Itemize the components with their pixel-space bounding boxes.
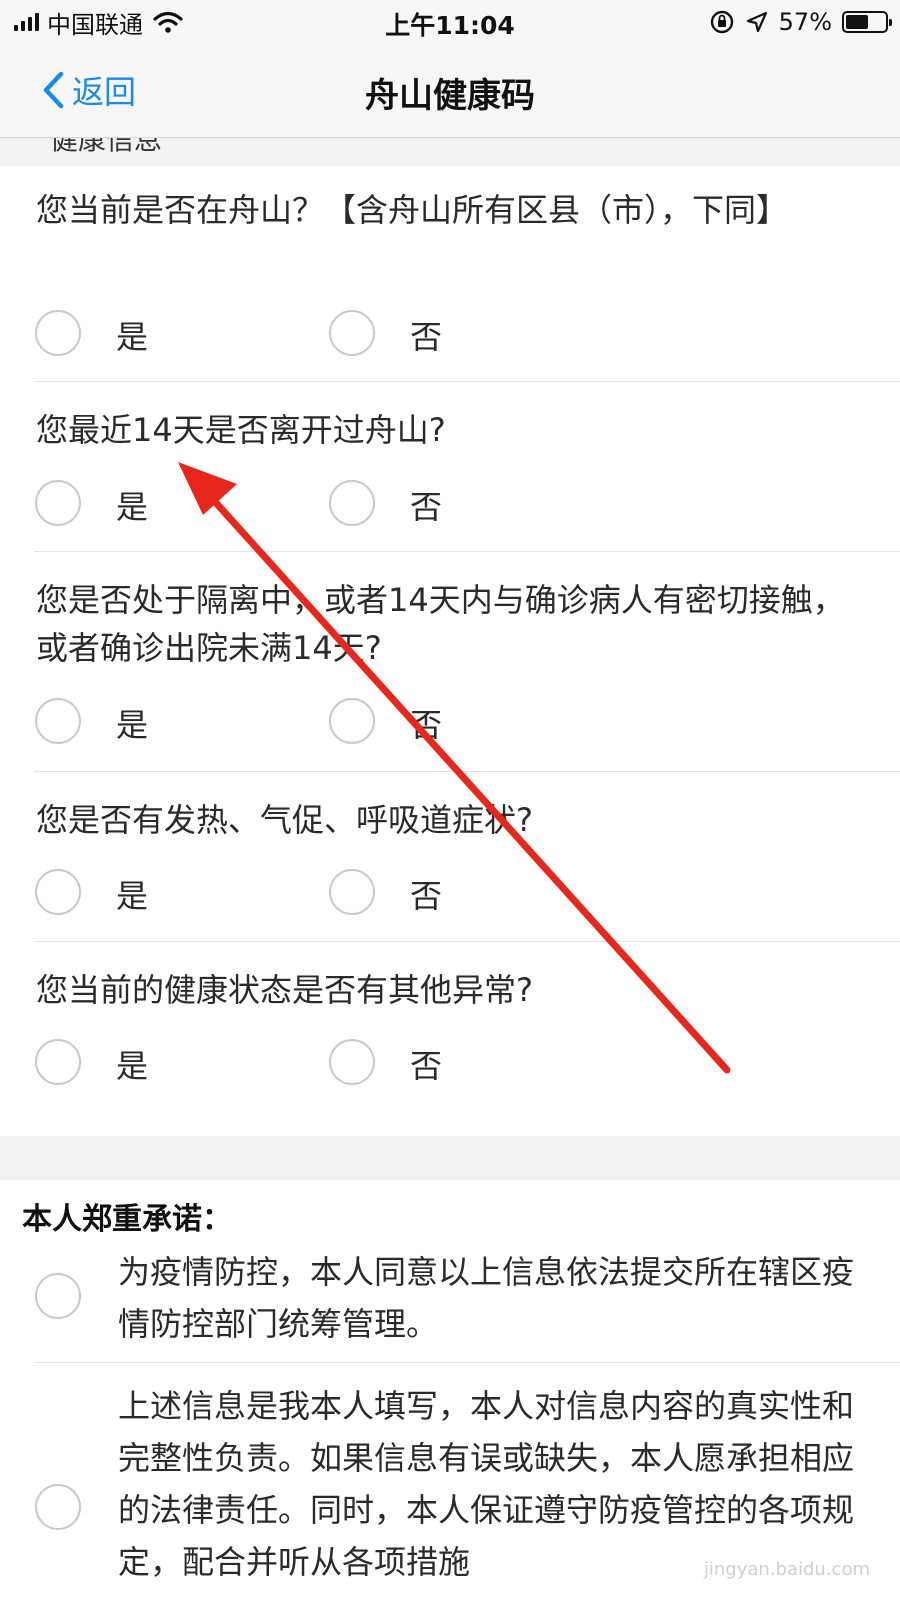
- question-item: 您是否处于隔离中，或者14天内与确诊病人有密切接触，或者确诊出院未满14天? 是…: [0, 552, 900, 772]
- radio-yes[interactable]: [35, 698, 81, 744]
- pledge-item: 为疫情防控，本人同意以上信息依法提交所在辖区疫情防控部门统筹管理。: [0, 1246, 900, 1363]
- section-header: 健康信息: [0, 138, 900, 166]
- option-no-label: 否: [410, 488, 443, 526]
- question-item: 您是否有发热、气促、呼吸道症状? 是 否: [0, 772, 900, 942]
- pledge-text: 上述信息是我本人填写，本人对信息内容的真实性和完整性负责。如果信息有误或缺失，本…: [118, 1387, 855, 1581]
- question-item: 您当前的健康状态是否有其他异常? 是 否: [0, 942, 900, 1136]
- battery-tip: [889, 19, 892, 26]
- section-header-label: 健康信息: [50, 138, 163, 156]
- radio-yes[interactable]: [35, 869, 81, 915]
- status-right: 57%: [709, 8, 892, 36]
- orientation-lock-icon: [710, 10, 733, 34]
- option-yes-label: 是: [116, 488, 149, 526]
- option-no-label: 否: [410, 318, 443, 356]
- option-yes-label: 是: [116, 1047, 149, 1085]
- page-title: 舟山健康码: [365, 76, 535, 116]
- status-bar: 中国联通 上午11:04 57%: [0, 0, 900, 44]
- question-text: 您当前是否在舟山？【含舟山所有区县（市），下同】: [36, 191, 789, 229]
- pledge-heading: 本人郑重承诺：: [22, 1202, 232, 1237]
- radio-no[interactable]: [329, 698, 375, 744]
- radio-yes[interactable]: [35, 1039, 81, 1085]
- radio-no[interactable]: [329, 310, 375, 356]
- option-no-label: 否: [410, 877, 443, 915]
- pledge-checkbox[interactable]: [35, 1484, 81, 1530]
- battery-percent: 57%: [778, 8, 832, 36]
- battery-level-fill: [846, 15, 868, 29]
- radio-yes[interactable]: [35, 480, 81, 526]
- location-arrow-icon: [746, 11, 767, 33]
- option-no-label: 否: [410, 706, 443, 744]
- radio-yes[interactable]: [35, 310, 81, 356]
- divider: [34, 1362, 900, 1363]
- option-yes-label: 是: [116, 318, 149, 356]
- radio-no[interactable]: [329, 1039, 375, 1085]
- question-text: 您是否有发热、气促、呼吸道症状?: [36, 801, 533, 839]
- option-yes-label: 是: [116, 706, 149, 744]
- pledge-text: 为疫情防控，本人同意以上信息依法提交所在辖区疫情防控部门统筹管理。: [118, 1253, 855, 1343]
- option-yes-label: 是: [116, 877, 149, 915]
- watermark: jingyan.baidu.com: [703, 1559, 870, 1580]
- radio-no[interactable]: [329, 869, 375, 915]
- question-item: 您最近14天是否离开过舟山? 是 否: [0, 382, 900, 552]
- question-item: 您当前是否在舟山？【含舟山所有区县（市），下同】 是 否: [0, 166, 900, 382]
- question-text: 您当前的健康状态是否有其他异常?: [36, 971, 533, 1009]
- pledge-checkbox[interactable]: [35, 1273, 81, 1319]
- section-spacer: [0, 1136, 900, 1180]
- question-text: 您最近14天是否离开过舟山?: [36, 411, 446, 449]
- nav-bar: 返回 舟山健康码: [0, 44, 900, 138]
- radio-no[interactable]: [329, 480, 375, 526]
- option-no-label: 否: [410, 1047, 443, 1085]
- question-text: 您是否处于隔离中，或者14天内与确诊病人有密切接触，或者确诊出院未满14天?: [36, 581, 845, 667]
- battery-icon: [842, 11, 892, 33]
